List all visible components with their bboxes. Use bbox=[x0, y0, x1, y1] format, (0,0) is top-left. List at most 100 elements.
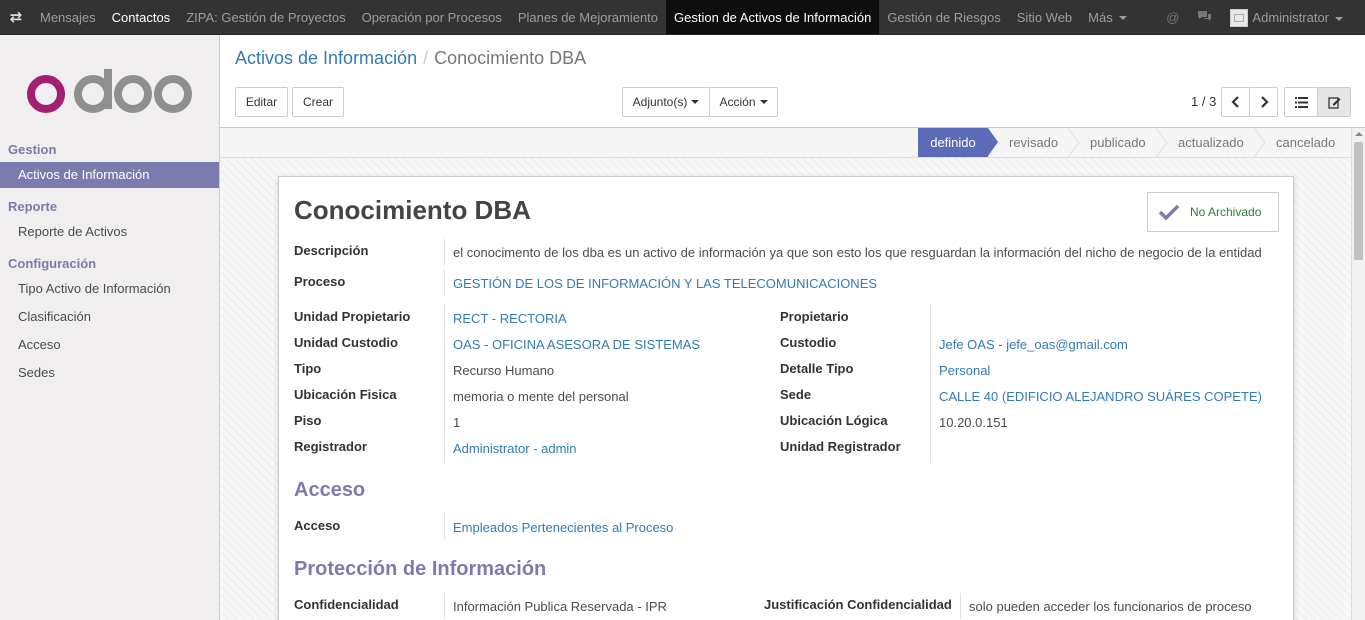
menu-operacion-procesos[interactable]: Operación por Procesos bbox=[354, 0, 510, 34]
sidebar-section-reporte: Reporte bbox=[8, 199, 58, 214]
sidebar-section-configuracion: Configuración bbox=[8, 256, 97, 271]
detalle-tipo-value[interactable]: Personal bbox=[939, 363, 990, 378]
archive-label: No Archivado bbox=[1190, 205, 1262, 219]
field-divider bbox=[444, 305, 445, 462]
acceso-label: Acceso bbox=[294, 518, 341, 533]
pager-next-button[interactable] bbox=[1249, 87, 1278, 117]
detalle-tipo-label: Detalle Tipo bbox=[780, 361, 854, 376]
propietario-label: Propietario bbox=[780, 309, 849, 324]
top-navbar: ⇄ Mensajes Contactos ZIPA: Gestión de Pr… bbox=[0, 0, 1365, 35]
chat-icon[interactable] bbox=[1197, 10, 1212, 25]
stage-separator bbox=[1068, 128, 1080, 157]
menu-mas-label: Más bbox=[1088, 9, 1113, 25]
odoo-logo bbox=[27, 69, 192, 113]
unidad-registrador-label: Unidad Registrador bbox=[780, 439, 901, 454]
stage-arrow bbox=[988, 128, 998, 156]
sidebar-section-gestion: Gestion bbox=[8, 142, 57, 157]
acceso-section-title: Acceso bbox=[294, 479, 366, 501]
form-sheet: Conocimiento DBA No Archivado Descripció… bbox=[278, 176, 1294, 620]
field-divider bbox=[444, 593, 445, 619]
custodio-label: Custodio bbox=[780, 335, 837, 350]
create-button[interactable]: Crear bbox=[292, 87, 344, 117]
stage-definido[interactable]: definido bbox=[918, 128, 988, 157]
scroll-thumb[interactable] bbox=[1354, 142, 1363, 260]
ubicacion-logica-value: 10.20.0.151 bbox=[939, 415, 1008, 430]
scroll-up-icon[interactable] bbox=[1355, 132, 1363, 136]
stage-separator bbox=[1156, 128, 1168, 157]
menu-gestion-riesgos[interactable]: Gestión de Riesgos bbox=[879, 0, 1008, 34]
piso-value: 1 bbox=[453, 415, 461, 430]
breadcrumb: Activos de Información / Conocimiento DBA bbox=[235, 48, 586, 69]
stage-cancelado[interactable]: cancelado bbox=[1276, 128, 1335, 157]
unidad-custodio-label: Unidad Custodio bbox=[294, 335, 398, 350]
action-dropdown[interactable]: Acción bbox=[709, 87, 778, 117]
unidad-custodio-value[interactable]: OAS - OFICINA ASESORA DE SISTEMAS bbox=[453, 337, 700, 352]
field-divider bbox=[444, 239, 445, 265]
menu-zipa[interactable]: ZIPA: Gestión de Proyectos bbox=[178, 0, 353, 34]
proceso-value[interactable]: GESTIÓN DE LOS DE INFORMACIÓN Y LAS TELE… bbox=[453, 276, 877, 291]
status-bar: definido revisado publicado actualizado … bbox=[220, 128, 1351, 158]
stage-actualizado[interactable]: actualizado bbox=[1178, 128, 1244, 157]
menu-mas[interactable]: Más bbox=[1080, 0, 1135, 34]
list-icon bbox=[1294, 96, 1308, 108]
piso-label: Piso bbox=[294, 413, 322, 428]
menu-sitio-web[interactable]: Sitio Web bbox=[1009, 0, 1080, 34]
archive-toggle-button[interactable]: No Archivado bbox=[1147, 192, 1279, 232]
app-switcher-icon[interactable]: ⇄ bbox=[0, 0, 32, 34]
menu-contactos[interactable]: Contactos bbox=[104, 0, 179, 34]
edit-icon bbox=[1327, 96, 1340, 109]
menu-gestion-activos[interactable]: Gestion de Activos de Información bbox=[666, 0, 880, 34]
field-divider bbox=[930, 305, 931, 462]
sidebar-item-clasificacion[interactable]: Clasificación bbox=[0, 304, 219, 330]
attachments-dropdown[interactable]: Adjunto(s) bbox=[622, 87, 710, 117]
tipo-value: Recurso Humano bbox=[453, 363, 555, 378]
justificacion-value: solo pueden acceder los funcionarios de … bbox=[969, 599, 1252, 614]
sidebar-item-reporte-activos[interactable]: Reporte de Activos bbox=[0, 219, 219, 245]
stage-separator bbox=[1254, 128, 1266, 157]
ubicacion-fisica-label: Ubicación Fisica bbox=[294, 387, 397, 402]
stage-revisado[interactable]: revisado bbox=[1009, 128, 1058, 157]
sidebar-item-tipo-activo[interactable]: Tipo Activo de Información bbox=[0, 276, 219, 302]
menu-planes-mejoramiento[interactable]: Planes de Mejoramiento bbox=[510, 0, 666, 34]
registrador-value[interactable]: Administrator - admin bbox=[453, 441, 577, 456]
field-divider bbox=[960, 593, 961, 619]
chevron-down-icon bbox=[1335, 16, 1343, 21]
list-view-button[interactable] bbox=[1284, 87, 1318, 117]
acceso-value[interactable]: Empleados Pertenecientes al Proceso bbox=[453, 520, 673, 535]
attachments-label: Adjunto(s) bbox=[632, 95, 688, 109]
chevron-right-icon bbox=[1260, 96, 1269, 108]
sidebar-item-activos[interactable]: Activos de Información bbox=[0, 162, 219, 188]
confidencialidad-label: Confidencialidad bbox=[294, 597, 399, 612]
form-view-button[interactable] bbox=[1317, 87, 1351, 117]
unidad-propietario-value[interactable]: RECT - RECTORIA bbox=[453, 311, 567, 326]
tipo-label: Tipo bbox=[294, 361, 322, 376]
confidencialidad-value: Información Publica Reservada - IPR bbox=[453, 599, 667, 614]
ubicacion-logica-label: Ubicación Lógica bbox=[780, 413, 888, 428]
proceso-label: Proceso bbox=[294, 274, 346, 289]
registrador-label: Registrador bbox=[294, 439, 367, 454]
stage-publicado[interactable]: publicado bbox=[1090, 128, 1146, 157]
sidebar-item-sedes[interactable]: Sedes bbox=[0, 360, 219, 386]
breadcrumb-separator: / bbox=[423, 48, 429, 68]
field-divider bbox=[444, 270, 445, 296]
pager-previous-button[interactable] bbox=[1221, 87, 1250, 117]
user-name: Administrator bbox=[1252, 10, 1329, 25]
field-divider bbox=[444, 514, 445, 540]
menu-mensajes[interactable]: Mensajes bbox=[32, 0, 104, 34]
breadcrumb-parent-link[interactable]: Activos de Información bbox=[235, 48, 417, 68]
pager-value[interactable]: 1 / 3 bbox=[1191, 94, 1216, 109]
sidebar-item-acceso[interactable]: Acceso bbox=[0, 332, 219, 358]
chevron-down-icon bbox=[1118, 16, 1127, 20]
breadcrumb-current: Conocimiento DBA bbox=[434, 48, 587, 68]
check-icon bbox=[1158, 204, 1180, 220]
edit-button[interactable]: Editar bbox=[235, 87, 288, 117]
descripcion-label: Descripción bbox=[294, 243, 369, 258]
sede-value[interactable]: CALLE 40 (EDIFICIO ALEJANDRO SUÁRES COPE… bbox=[939, 389, 1262, 404]
at-mention-icon[interactable]: @ bbox=[1166, 10, 1179, 25]
user-menu[interactable]: Administrator bbox=[1230, 8, 1343, 27]
custodio-value[interactable]: Jefe OAS - jefe_oas@gmail.com bbox=[939, 337, 1128, 352]
vertical-scrollbar[interactable] bbox=[1351, 128, 1365, 620]
proteccion-section-title: Protección de Información bbox=[294, 558, 547, 580]
control-panel: Activos de Información / Conocimiento DBA … bbox=[220, 35, 1365, 128]
ubicacion-fisica-value: memoria o mente del personal bbox=[453, 389, 629, 404]
